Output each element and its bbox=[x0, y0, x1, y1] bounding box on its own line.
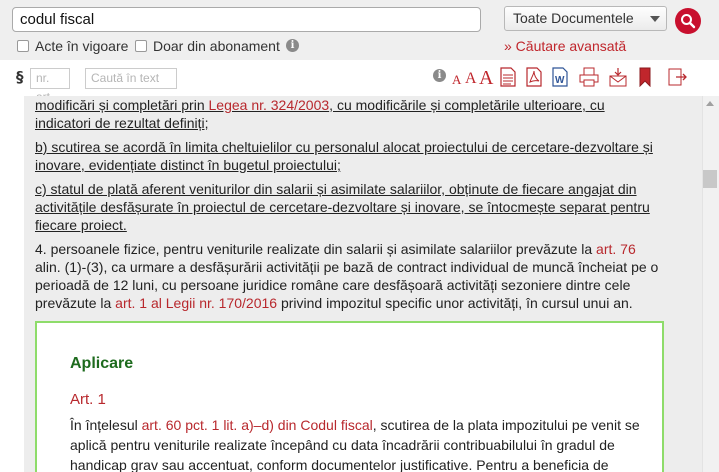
print-icon[interactable] bbox=[579, 67, 599, 87]
active-acts-label: Acte în vigoare bbox=[35, 38, 129, 54]
pdf-export-icon[interactable] bbox=[526, 67, 542, 87]
bookmark-icon[interactable] bbox=[638, 67, 652, 87]
application-text: În înțelesul art. 60 pct. 1 lit. a)–d) d… bbox=[70, 417, 640, 472]
subscription-only-label: Doar din abonament bbox=[153, 38, 280, 54]
email-icon[interactable] bbox=[609, 67, 627, 87]
paragraph-b: b) scutirea se acordă în limita cheltuie… bbox=[35, 139, 653, 173]
scroll-up-icon[interactable] bbox=[706, 101, 714, 106]
art-76-link[interactable]: art. 76 bbox=[596, 241, 636, 257]
fiscal-code-article-link[interactable]: art. 60 pct. 1 lit. a)–d) din Codul fisc… bbox=[142, 417, 373, 433]
search-icon bbox=[681, 14, 696, 29]
document-toolbar: § nr. art. Caută în text i A A A W bbox=[0, 60, 719, 104]
scrollbar-thumb[interactable] bbox=[703, 170, 717, 188]
chevron-down-icon bbox=[650, 16, 660, 22]
font-decrease-icon[interactable]: A bbox=[452, 72, 461, 88]
paragraph-c: c) statul de plată aferent veniturilor d… bbox=[35, 181, 650, 233]
vertical-scrollbar[interactable] bbox=[702, 96, 719, 472]
word-export-icon[interactable]: W bbox=[552, 67, 568, 87]
document-content: modificări și completări prin Legea nr. … bbox=[24, 96, 702, 472]
article-heading[interactable]: Art. 1 bbox=[70, 391, 106, 408]
document-type-select[interactable]: Toate Documentele bbox=[504, 6, 667, 31]
info-icon[interactable]: i bbox=[433, 69, 446, 82]
exit-icon[interactable] bbox=[668, 67, 688, 87]
search-header: codul fiscal Toate Documentele Acte în v… bbox=[0, 0, 719, 60]
advanced-search-link[interactable]: » Căutare avansată bbox=[504, 38, 626, 54]
html-export-icon[interactable] bbox=[500, 67, 516, 87]
law-170-2016-link[interactable]: art. 1 al Legii nr. 170/2016 bbox=[115, 295, 277, 311]
search-input[interactable]: codul fiscal bbox=[12, 7, 481, 32]
application-title: Aplicare bbox=[70, 355, 134, 372]
svg-text:W: W bbox=[555, 75, 565, 86]
article-number-input[interactable]: nr. art. bbox=[30, 68, 70, 104]
section-sign: § bbox=[16, 68, 24, 86]
paragraph-a-continuation: modificări și completări prin Legea nr. … bbox=[35, 97, 605, 131]
text-search-input[interactable]: Caută în text bbox=[85, 68, 177, 89]
subscription-only-checkbox[interactable] bbox=[135, 40, 147, 52]
paragraph-4: 4. persoanele fizice, pentru veniturile … bbox=[35, 241, 659, 311]
info-icon[interactable]: i bbox=[286, 39, 299, 52]
search-button[interactable] bbox=[675, 8, 701, 34]
font-default-icon[interactable]: A bbox=[465, 70, 477, 88]
document-type-value: Toate Documentele bbox=[513, 10, 634, 26]
law-link-324-2003[interactable]: Legea nr. 324/2003 bbox=[209, 97, 330, 113]
application-norms-box: Aplicare Art. 1 În înțelesul art. 60 pct… bbox=[35, 321, 664, 472]
active-acts-checkbox[interactable] bbox=[17, 40, 29, 52]
font-increase-icon[interactable]: A bbox=[479, 67, 493, 90]
